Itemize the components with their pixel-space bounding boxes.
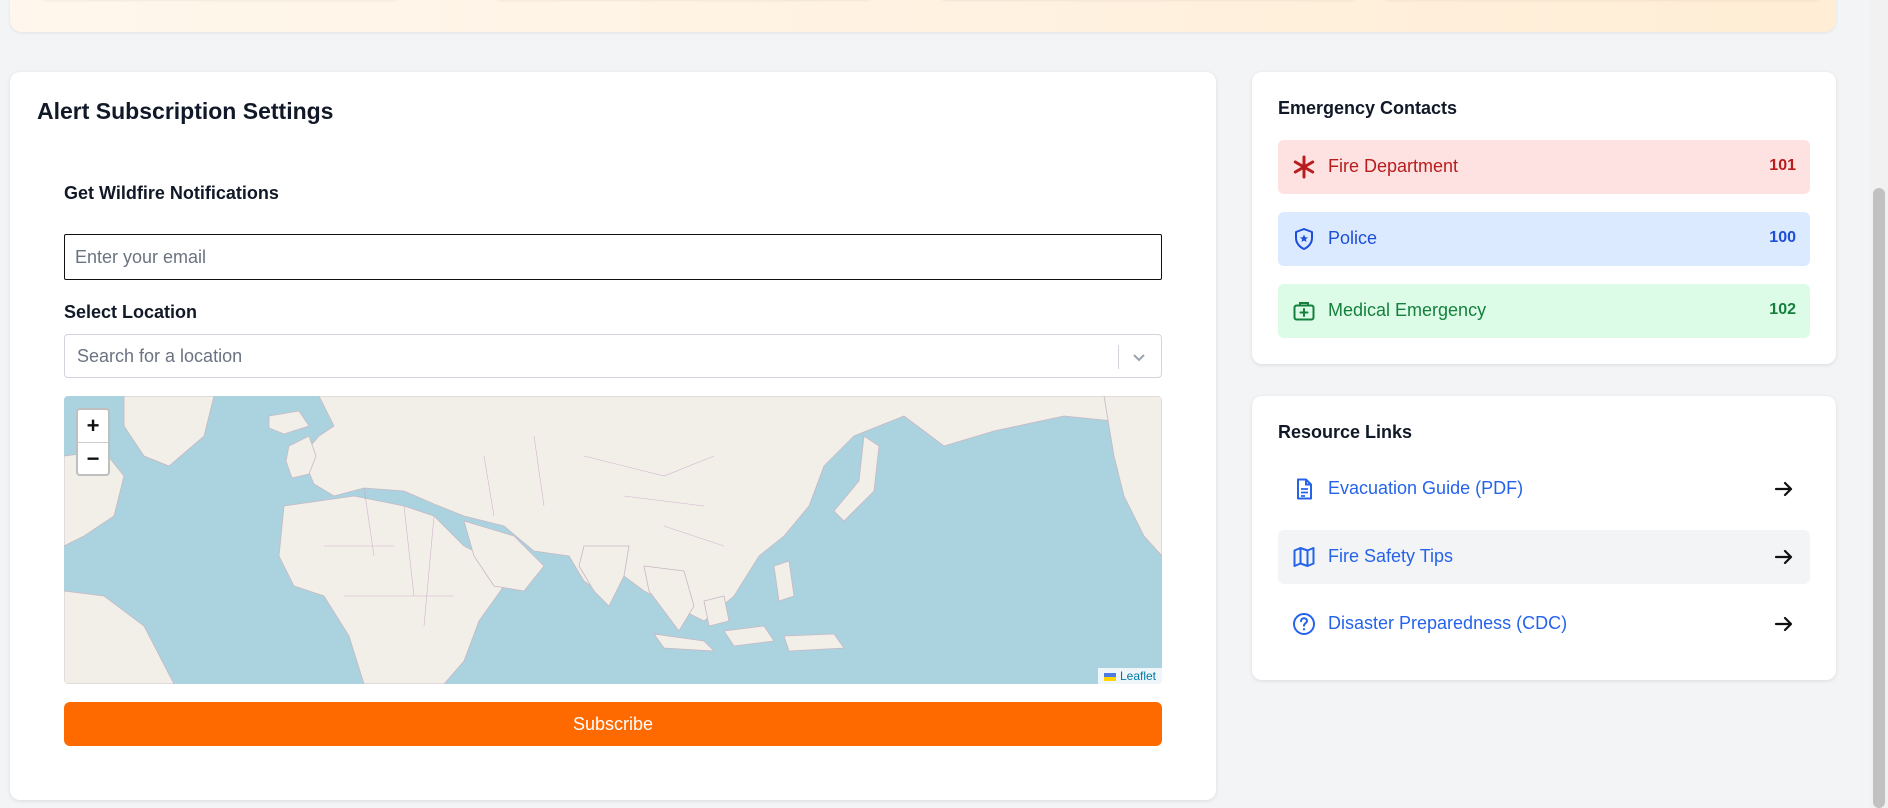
zoom-out-button[interactable]: − — [78, 442, 108, 475]
arrow-right-icon — [1774, 616, 1793, 632]
link-disaster-preparedness[interactable]: Disaster Preparedness (CDC) — [1278, 597, 1810, 651]
subscribe-button[interactable]: Subscribe — [64, 702, 1162, 746]
contact-police[interactable]: Police 100 — [1278, 212, 1810, 266]
contact-name: Police — [1328, 228, 1378, 248]
link-label: Fire Safety Tips — [1328, 546, 1454, 566]
emergency-contacts-card: Emergency Contacts Fire Department 101 P… — [1252, 72, 1836, 364]
link-label: Disaster Preparedness (CDC) — [1328, 613, 1568, 633]
medical-kit-icon — [1293, 302, 1315, 321]
alert-subscription-card: Alert Subscription Settings Get Wildfire… — [10, 72, 1216, 800]
document-icon — [1297, 478, 1312, 500]
card-title: Alert Subscription Settings — [37, 98, 334, 124]
contacts-title: Emergency Contacts — [1278, 98, 1458, 118]
contact-number: 101 — [1769, 157, 1796, 174]
map-attribution: Leaflet — [1097, 668, 1162, 684]
location-select-placeholder: Search for a location — [77, 346, 243, 366]
location-map[interactable]: + − Leaflet — [64, 396, 1162, 684]
map-zoom-control: + − — [76, 408, 110, 476]
zoom-in-button[interactable]: + — [78, 410, 108, 442]
contact-name: Fire Department — [1328, 156, 1459, 176]
link-label: Evacuation Guide (PDF) — [1328, 478, 1524, 498]
ukraine-flag-icon — [1103, 672, 1116, 681]
help-circle-icon — [1293, 613, 1315, 635]
map-land-layer — [64, 396, 1162, 684]
link-fire-safety-tips[interactable]: Fire Safety Tips — [1278, 530, 1810, 584]
location-select[interactable]: Search for a location — [64, 334, 1162, 378]
contact-fire-department[interactable]: Fire Department 101 — [1278, 140, 1810, 194]
resource-links-card: Resource Links Evacuation Guide (PDF) Fi… — [1252, 396, 1836, 680]
link-evacuation-guide[interactable]: Evacuation Guide (PDF) — [1278, 462, 1810, 516]
top-banner — [10, 0, 1836, 32]
contact-name: Medical Emergency — [1328, 300, 1487, 320]
shield-icon — [1295, 228, 1313, 250]
select-separator — [1118, 345, 1119, 369]
chevron-down-icon[interactable] — [1129, 347, 1149, 367]
leaflet-link[interactable]: Leaflet — [1120, 669, 1156, 683]
notifications-label: Get Wildfire Notifications — [64, 183, 279, 203]
arrow-right-icon — [1774, 549, 1793, 565]
contact-medical-emergency[interactable]: Medical Emergency 102 — [1278, 284, 1810, 338]
contact-number: 100 — [1769, 229, 1796, 246]
email-input[interactable] — [64, 234, 1162, 280]
arrow-right-icon — [1774, 481, 1793, 497]
asterisk-icon — [1293, 155, 1315, 179]
resources-title: Resource Links — [1278, 422, 1413, 442]
map-icon — [1293, 547, 1315, 567]
contact-number: 102 — [1769, 301, 1796, 318]
page-scrollbar-thumb[interactable] — [1873, 188, 1885, 808]
location-label: Select Location — [64, 302, 198, 322]
